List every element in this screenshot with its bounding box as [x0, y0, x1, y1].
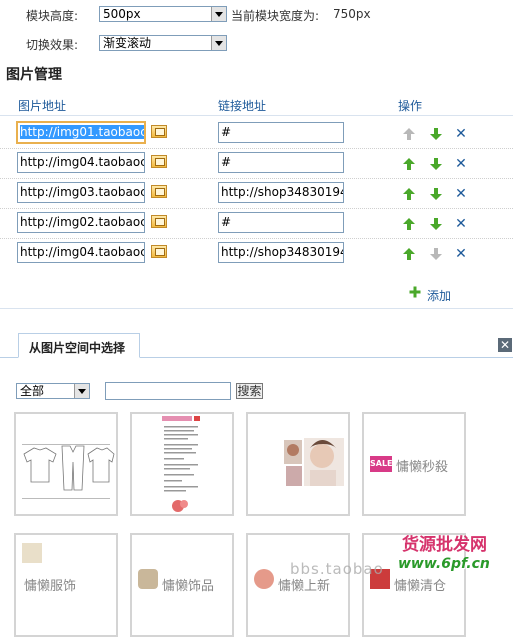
delete-icon[interactable]: ✕ — [455, 217, 467, 231]
table-row: http://img03.taobaocd http://shop34830194… — [0, 182, 513, 206]
tab-label: 从图片空间中选择 — [29, 341, 126, 355]
row-divider — [0, 208, 513, 209]
thumbnail-caption: 慵懒秒殺 — [396, 460, 449, 475]
row-divider — [0, 178, 513, 179]
image-url-value: http://img02.taobaocd — [20, 215, 145, 229]
image-url-input[interactable]: http://img04.taobaocd — [17, 152, 145, 173]
height-label: 模块高度: — [26, 9, 79, 23]
move-up-icon[interactable] — [403, 248, 415, 260]
portrait-photo-image — [284, 438, 344, 486]
image-url-value: http://img04.taobaocd — [20, 155, 145, 169]
thumbnail-flash-sale-banner[interactable]: SALE 慵懒秒殺 — [362, 412, 466, 516]
chevron-down-icon — [74, 384, 89, 398]
table-row: http://img04.taobaocd # ✕ — [0, 152, 513, 176]
image-url-input[interactable]: http://img02.taobaocd — [17, 212, 145, 233]
delete-icon[interactable]: ✕ — [455, 247, 467, 261]
flower-icon — [254, 569, 274, 589]
watermark-site-name: 货源批发网 — [402, 535, 487, 555]
image-url-value: http://img03.taobaocd — [20, 185, 145, 199]
category-select-value: 全部 — [20, 384, 45, 398]
link-url-value: # — [221, 155, 232, 169]
browse-image-icon[interactable] — [151, 125, 167, 138]
link-url-input[interactable]: http://shop34830194 — [218, 242, 344, 263]
move-down-icon[interactable] — [430, 128, 442, 140]
link-url-value: # — [221, 125, 232, 139]
text-document-image — [162, 416, 200, 512]
thumbnail-accessories-banner[interactable]: 慵懒饰品 — [130, 533, 234, 637]
link-url-input[interactable]: # — [218, 212, 344, 233]
effect-select-value: 渐变滚动 — [103, 36, 152, 50]
delete-icon[interactable]: ✕ — [455, 157, 467, 171]
column-header-actions: 操作 — [398, 99, 423, 113]
sale-badge-icon: SALE — [370, 456, 393, 472]
close-icon[interactable]: ✕ — [498, 338, 512, 352]
browse-image-icon[interactable] — [151, 245, 167, 258]
watermark-site-url: www.6pf.cn — [398, 556, 490, 572]
thumbnail-portrait-photo[interactable] — [246, 412, 350, 516]
category-select[interactable]: 全部 — [16, 383, 90, 399]
height-select[interactable]: 500px — [99, 6, 227, 22]
table-bottom-divider — [0, 308, 513, 309]
header-divider — [0, 115, 513, 116]
browse-image-icon[interactable] — [151, 215, 167, 228]
accessory-icon — [138, 569, 158, 589]
clothing-diagram-image — [22, 444, 115, 499]
width-label: 当前模块宽度为: — [231, 9, 320, 23]
move-up-icon[interactable] — [403, 218, 415, 230]
move-down-icon[interactable] — [430, 158, 442, 170]
effect-label: 切换效果: — [26, 38, 79, 52]
image-url-input[interactable]: http://img03.taobaocd — [17, 182, 145, 203]
move-down-icon — [430, 248, 442, 260]
thumbnail-text-document[interactable] — [130, 412, 234, 516]
image-url-value: http://img04.taobaocd — [20, 245, 145, 259]
width-value: 750px — [333, 7, 371, 21]
move-up-icon[interactable] — [403, 188, 415, 200]
move-down-icon[interactable] — [430, 188, 442, 200]
search-input[interactable] — [105, 382, 231, 400]
link-url-input[interactable]: # — [218, 122, 344, 143]
browse-image-icon[interactable] — [151, 155, 167, 168]
link-url-input[interactable]: http://shop34830194 — [218, 182, 344, 203]
clothing-icon — [22, 543, 42, 563]
thumbnail-clothing-banner[interactable]: 慵懒服饰 — [14, 533, 118, 637]
column-header-image-url: 图片地址 — [18, 99, 67, 113]
effect-select[interactable]: 渐变滚动 — [99, 35, 227, 51]
move-down-icon[interactable] — [430, 218, 442, 230]
column-header-link-url: 链接地址 — [218, 99, 267, 113]
thumbnail-clothing-diagram[interactable] — [14, 412, 118, 516]
image-url-input[interactable]: http://img01.taobaocd — [16, 121, 146, 144]
row-divider — [0, 148, 513, 149]
link-url-value: http://shop34830194 — [221, 185, 344, 199]
chevron-down-icon — [211, 7, 226, 21]
link-url-value: http://shop34830194 — [221, 245, 344, 259]
thumbnail-new-arrivals-banner[interactable]: 慵懒上新 — [246, 533, 350, 637]
tab-picture-space[interactable]: 从图片空间中选择 — [18, 333, 140, 358]
table-row: http://img04.taobaocd http://shop34830194… — [0, 242, 513, 266]
plus-icon — [409, 286, 421, 298]
move-up-icon[interactable] — [403, 158, 415, 170]
delete-icon[interactable]: ✕ — [455, 127, 467, 141]
table-row: http://img02.taobaocd # ✕ — [0, 212, 513, 236]
link-url-input[interactable]: # — [218, 152, 344, 173]
link-url-value: # — [221, 215, 232, 229]
add-label: 添加 — [427, 289, 452, 303]
row-divider — [0, 238, 513, 239]
move-up-icon — [403, 128, 415, 140]
search-button[interactable]: 搜索 — [236, 383, 263, 399]
watermark-domain: bbs.taobao — [290, 560, 384, 578]
image-url-value: http://img01.taobaocd — [20, 125, 144, 139]
section-title: 图片管理 — [6, 67, 62, 83]
image-url-input[interactable]: http://img04.taobaocd — [17, 242, 145, 263]
browse-image-icon[interactable] — [151, 185, 167, 198]
delete-icon[interactable]: ✕ — [455, 187, 467, 201]
chevron-down-icon — [211, 36, 226, 50]
table-row: http://img01.taobaocd # ✕ — [0, 121, 513, 146]
height-select-value: 500px — [103, 7, 141, 21]
